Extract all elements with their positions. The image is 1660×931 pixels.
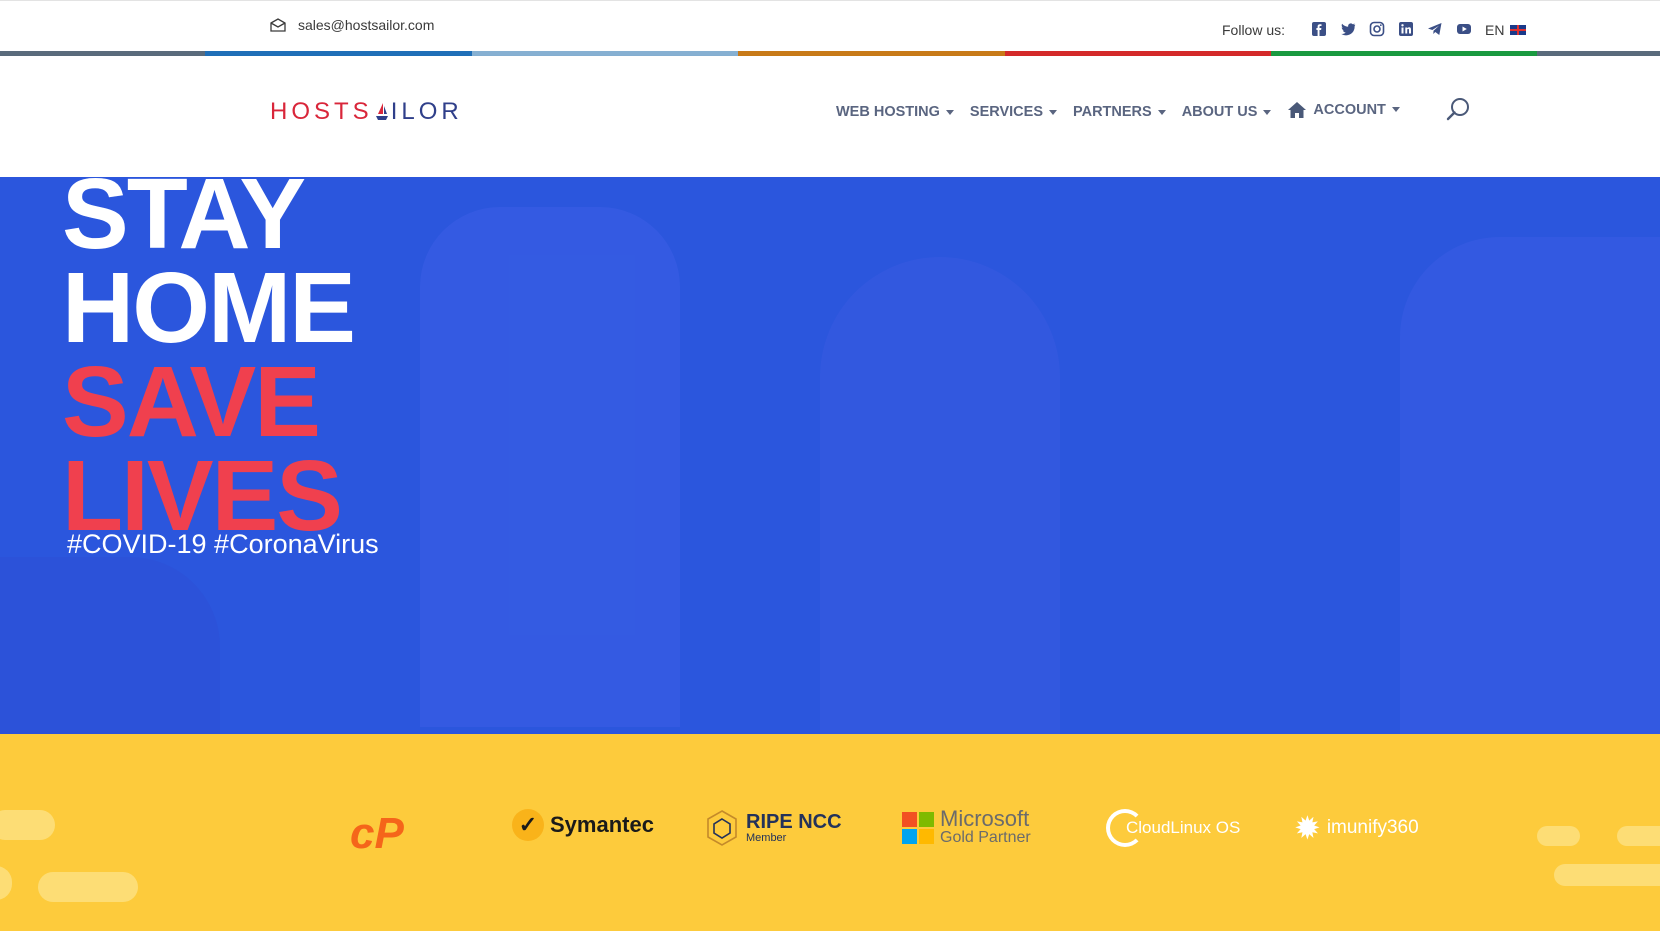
- cpanel-text: cP: [350, 809, 404, 858]
- imunify-text: imunify360: [1326, 817, 1419, 838]
- decor-blob: [38, 872, 138, 902]
- cpanel-logo: cP: [350, 809, 404, 859]
- decor-blob: [0, 810, 55, 840]
- hero-hashtags: #COVID-19 #CoronaVirus: [67, 529, 379, 559]
- hostsailor-logo[interactable]: HOSTS ILOR: [270, 98, 463, 126]
- language-code: EN: [1485, 22, 1505, 38]
- nav-label: WEB HOSTING: [836, 104, 940, 120]
- symantec-text: Symantec: [550, 812, 654, 837]
- hexagon-icon: [707, 810, 737, 846]
- microsoft-logo: Microsoft Gold Partner: [902, 806, 1031, 847]
- nav-label: PARTNERS: [1073, 104, 1152, 120]
- hero-line-stay: STAY: [62, 177, 306, 270]
- nav-account[interactable]: ACCOUNT: [1287, 101, 1400, 123]
- nav-partners[interactable]: PARTNERS: [1073, 104, 1166, 120]
- ripe-ncc-logo: RIPE NCC Member: [704, 809, 842, 847]
- microsoft-grid-icon: [902, 812, 934, 844]
- hero-figure-shape: [820, 257, 1060, 734]
- partners-strip: cP ✓ Symantec RIPE NCC Member Microsoft …: [0, 734, 1660, 931]
- cloudlinux-text: CloudLinux OS: [1126, 818, 1241, 837]
- email-link[interactable]: sales@hostsailor.com: [270, 17, 434, 33]
- follow-label: Follow us:: [1222, 22, 1286, 38]
- nav-web-hosting[interactable]: WEB HOSTING: [836, 104, 954, 120]
- home-icon: [1287, 101, 1307, 123]
- hero-line-home: HOME: [62, 252, 356, 364]
- decor-blob: [0, 866, 12, 900]
- hero-figure-shape: [420, 207, 680, 727]
- microsoft-subtitle: Gold Partner: [940, 829, 1031, 846]
- decor-blob: [1617, 826, 1660, 846]
- telegram-icon[interactable]: [1427, 21, 1443, 37]
- uk-flag-icon: [1510, 25, 1527, 35]
- nav-about-us[interactable]: ABOUT US: [1182, 104, 1272, 120]
- symantec-logo: ✓ Symantec: [512, 809, 654, 841]
- main-header: HOSTS ILOR WEB HOSTING SERVICES PARTNERS …: [0, 56, 1660, 177]
- nav-label: ACCOUNT: [1313, 101, 1386, 118]
- nav-label: SERVICES: [969, 104, 1043, 120]
- top-bar: sales@hostsailor.com Follow us: EN: [0, 0, 1660, 51]
- hero-figure-shape: [1400, 237, 1660, 734]
- sail-icon: [375, 103, 388, 120]
- hero-line-save: SAVE: [62, 346, 321, 458]
- imunify-star-icon: ✹: [1294, 810, 1321, 846]
- search-button[interactable]: [1445, 96, 1471, 122]
- email-text: sales@hostsailor.com: [298, 17, 435, 33]
- decor-blob: [1554, 864, 1660, 886]
- decor-blob: [1537, 826, 1580, 846]
- logo-text-left: HOSTS: [270, 98, 373, 125]
- logo-text-right: ILOR: [390, 98, 463, 125]
- envelope-icon: [270, 18, 286, 32]
- main-nav: WEB HOSTING SERVICES PARTNERS ABOUT US A…: [836, 101, 1400, 123]
- nav-label: ABOUT US: [1181, 104, 1258, 120]
- caret-down-icon: [945, 109, 954, 115]
- social-links: [1311, 21, 1472, 37]
- caret-down-icon: [1049, 109, 1057, 115]
- nav-services[interactable]: SERVICES: [970, 104, 1057, 120]
- cloudlinux-logo: CloudLinux OS: [1106, 809, 1240, 847]
- checkmark-icon: ✓: [512, 809, 544, 841]
- facebook-icon[interactable]: [1311, 21, 1327, 37]
- hero-banner: STAY HOME SAVE LIVES #COVID-19 #CoronaVi…: [0, 177, 1660, 734]
- microsoft-title: Microsoft: [940, 806, 1030, 831]
- instagram-icon[interactable]: [1369, 21, 1385, 37]
- youtube-icon[interactable]: [1456, 21, 1472, 37]
- imunify-logo: ✹ imunify360: [1294, 809, 1419, 847]
- hero-headline: STAY HOME SAVE LIVES: [62, 177, 356, 546]
- caret-down-icon: [1263, 109, 1272, 115]
- hero-figure-shape: [0, 557, 220, 734]
- language-selector[interactable]: EN: [1485, 22, 1527, 38]
- caret-down-icon: [1157, 109, 1166, 115]
- ripe-subtitle: Member: [746, 832, 787, 844]
- ripe-title: RIPE NCC: [746, 811, 842, 833]
- linkedin-icon[interactable]: [1398, 21, 1414, 37]
- search-icon: [1446, 98, 1469, 121]
- twitter-icon[interactable]: [1340, 21, 1356, 37]
- caret-down-icon: [1391, 107, 1400, 112]
